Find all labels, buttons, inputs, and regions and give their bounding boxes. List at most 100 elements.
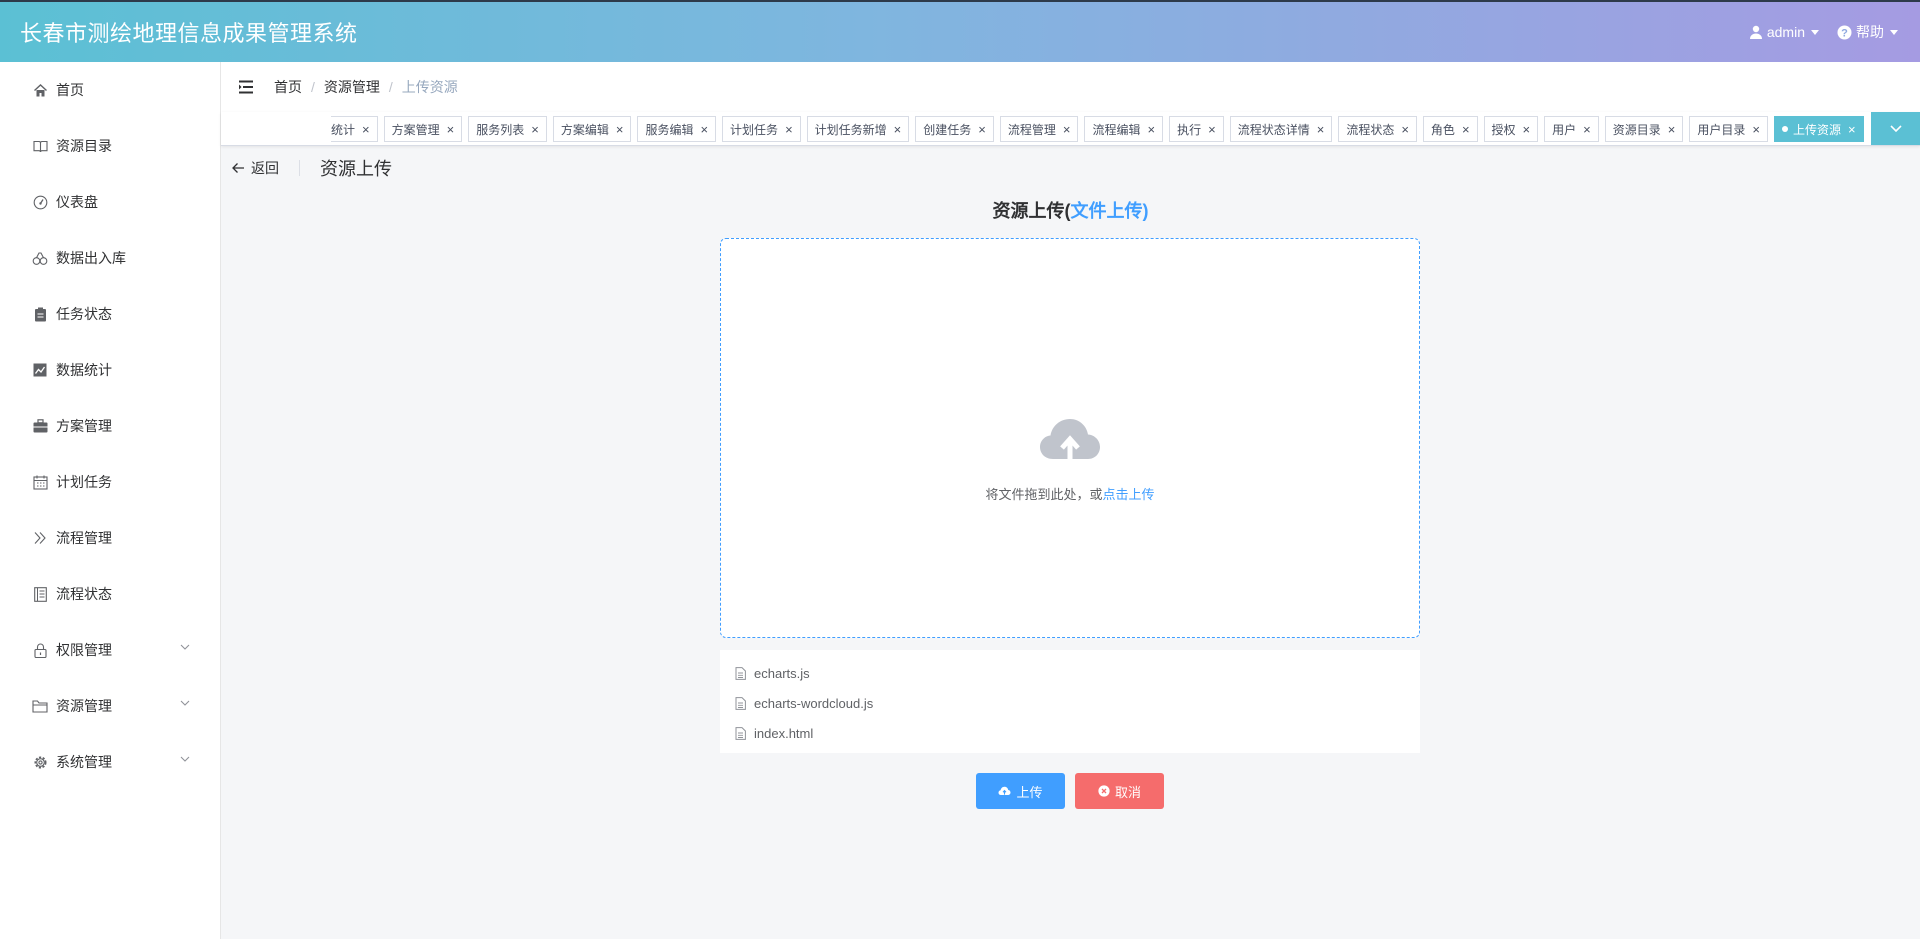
close-icon[interactable]: × — [1063, 123, 1071, 136]
close-icon[interactable]: × — [1583, 123, 1591, 136]
help-menu[interactable]: ? 帮助 — [1837, 22, 1898, 42]
back-button[interactable]: 返回 — [231, 158, 279, 178]
tag-item[interactable]: 流程状态详情 × — [1229, 116, 1333, 142]
tag-item[interactable]: 执行 × — [1169, 116, 1224, 142]
tag-label: 方案管理 — [391, 122, 440, 137]
close-icon[interactable]: × — [1668, 123, 1676, 136]
tag-label: 上传资源 — [1792, 122, 1841, 137]
sidebar-item-label: 首页 — [56, 82, 84, 98]
upload-title: 资源上传(文件上传) — [221, 197, 1920, 223]
dashboard-icon — [32, 194, 48, 210]
user-menu[interactable]: admin — [1749, 24, 1819, 40]
cancel-button[interactable]: 取消 — [1075, 773, 1164, 809]
sidebar-item-permission-management[interactable]: 权限管理 — [0, 622, 220, 678]
tag-item[interactable]: 流程编辑 × — [1084, 116, 1164, 142]
breadcrumb-item-resource-management[interactable]: 资源管理 — [324, 77, 380, 97]
tag-label: 统计 — [331, 122, 356, 137]
upload-button[interactable]: 上传 — [976, 773, 1065, 809]
close-icon[interactable]: × — [978, 123, 986, 136]
upload-title-accent: 文件上传) — [1070, 201, 1149, 221]
list-item[interactable]: echarts.js — [720, 658, 1420, 688]
tag-label: 计划任务 — [730, 122, 779, 137]
tag-item[interactable]: 授权 × — [1483, 116, 1539, 142]
sidebar-item-plan-management[interactable]: 方案管理 — [0, 398, 220, 454]
close-icon[interactable]: × — [1462, 123, 1470, 136]
file-list: echarts.js echarts-wordcloud.js index.ht… — [720, 650, 1420, 753]
tag-item[interactable]: 流程管理 × — [999, 116, 1079, 142]
sidebar-item-resource-catalog[interactable]: 资源目录 — [0, 118, 220, 174]
sidebar-item-data-statistics[interactable]: 数据统计 — [0, 342, 220, 398]
close-icon[interactable]: × — [1848, 123, 1856, 136]
sidebar-item-system-management[interactable]: 系统管理 — [0, 734, 220, 790]
sidebar-item-process-management[interactable]: 流程管理 — [0, 510, 220, 566]
upload-title-main: 资源上传( — [992, 201, 1071, 221]
dropzone-hint: 将文件拖到此处，或 — [985, 487, 1103, 502]
sidebar-item-label: 流程状态 — [56, 586, 112, 602]
breadcrumb-bar: 首页 / 资源管理 / 上传资源 — [221, 62, 1920, 112]
tag-item[interactable]: 方案管理 × — [383, 116, 463, 142]
tag-item[interactable]: 用户 × — [1544, 116, 1599, 142]
close-icon[interactable]: × — [1148, 123, 1156, 136]
svg-text:?: ? — [1841, 27, 1848, 39]
chevron-down-icon — [180, 700, 190, 706]
close-icon[interactable]: × — [1317, 123, 1325, 136]
arrow-left-icon — [231, 162, 245, 174]
close-icon[interactable]: × — [447, 123, 455, 136]
close-icon[interactable]: × — [700, 123, 708, 136]
link-icon — [32, 250, 48, 266]
file-icon — [735, 726, 746, 740]
tag-item[interactable]: 服务列表 × — [468, 116, 547, 142]
tag-item[interactable]: 方案编辑 × — [552, 116, 632, 142]
top-header: 长春市测绘地理信息成果管理系统 admin ? 帮助 — [0, 0, 1920, 62]
tag-item[interactable]: 用户目录 × — [1689, 116, 1768, 142]
close-icon[interactable]: × — [1401, 123, 1409, 136]
sidebar-item-home[interactable]: 首页 — [0, 62, 220, 118]
question-icon: ? — [1837, 25, 1852, 40]
list-item[interactable]: echarts-wordcloud.js — [720, 688, 1420, 718]
breadcrumb-item-home[interactable]: 首页 — [274, 77, 302, 97]
clipboard-icon — [32, 306, 48, 322]
close-icon[interactable]: × — [894, 123, 902, 136]
hamburger-icon[interactable] — [238, 80, 254, 94]
sidebar-item-label: 流程管理 — [56, 530, 112, 546]
close-icon[interactable]: × — [1208, 123, 1216, 136]
sidebar-item-task-status[interactable]: 任务状态 — [0, 286, 220, 342]
tag-item[interactable]: 流程状态 × — [1338, 116, 1417, 142]
tag-item[interactable]: 统计 × — [331, 116, 378, 142]
close-icon[interactable]: × — [785, 123, 793, 136]
tag-active[interactable]: 上传资源 × — [1773, 116, 1864, 142]
page-header: 返回 资源上传 — [221, 146, 1920, 190]
tag-item[interactable]: 资源目录 × — [1604, 116, 1684, 142]
sidebar-item-label: 方案管理 — [56, 418, 112, 434]
breadcrumb-separator: / — [388, 79, 393, 95]
tag-item[interactable]: 计划任务 × — [722, 116, 801, 142]
close-icon[interactable]: × — [616, 123, 624, 136]
close-icon[interactable]: × — [1752, 123, 1760, 136]
caret-down-icon — [1890, 29, 1898, 35]
circle-close-icon — [1098, 785, 1110, 797]
tag-item[interactable]: 创建任务 × — [915, 116, 994, 142]
sidebar-item-label: 数据统计 — [56, 362, 112, 378]
list-item[interactable]: index.html — [720, 718, 1420, 748]
sidebar-item-scheduled-tasks[interactable]: 计划任务 — [0, 454, 220, 510]
tag-label: 用户 — [1552, 122, 1577, 137]
tag-item[interactable]: 计划任务新增 × — [806, 116, 910, 142]
close-icon[interactable]: × — [362, 123, 370, 136]
sidebar-item-resource-management[interactable]: 资源管理 — [0, 678, 220, 734]
caret-down-icon — [1811, 29, 1819, 35]
tag-item[interactable]: 服务编辑 × — [637, 116, 717, 142]
user-name: admin — [1766, 24, 1805, 40]
close-icon[interactable]: × — [1523, 123, 1531, 136]
chevron-down-icon — [180, 756, 190, 762]
close-icon[interactable]: × — [531, 123, 539, 136]
tag-item[interactable]: 角色 × — [1422, 116, 1478, 142]
upload-dropzone[interactable]: 将文件拖到此处，或点击上传 — [720, 238, 1420, 638]
sidebar-item-label: 系统管理 — [56, 754, 112, 770]
sidebar-item-data-io[interactable]: 数据出入库 — [0, 230, 220, 286]
click-upload-link[interactable]: 点击上传 — [1103, 487, 1155, 502]
back-label: 返回 — [251, 160, 279, 176]
tags-view-bar: 统计 × 方案管理 × 服务列表 × 方案编辑 × 服务编辑 × 计划任务 × 计划任务新增 × 创建任务 ×… — [221, 112, 1920, 146]
tags-more-button[interactable] — [1871, 112, 1920, 145]
sidebar-item-dashboard[interactable]: 仪表盘 — [0, 174, 220, 230]
sidebar-item-process-status[interactable]: 流程状态 — [0, 566, 220, 622]
